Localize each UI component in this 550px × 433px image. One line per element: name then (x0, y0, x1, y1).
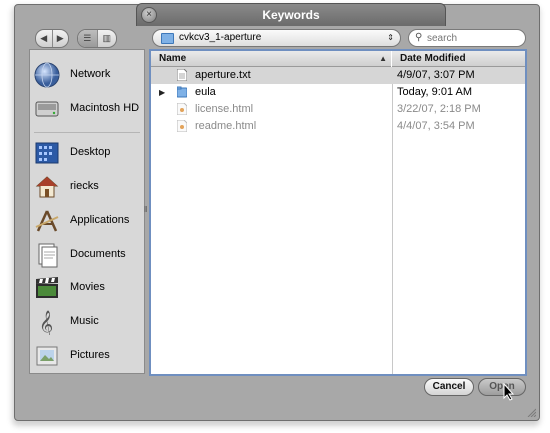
resize-grip-icon[interactable] (526, 407, 536, 417)
sort-ascending-icon: ▲ (379, 54, 387, 63)
search-icon: ⚲ (415, 32, 423, 43)
sidebar-item-riecks[interactable]: riecks (30, 172, 144, 202)
search-input[interactable] (427, 31, 517, 45)
file-row-readme-html[interactable]: readme.html 4/4/07, 3:54 PM (151, 118, 525, 135)
open-dialog: × Keywords ◀ ▶ ☰ ▥ cvkcv3_1-aperture ⇕ ⚲ (14, 3, 540, 421)
sidebar-item-label: Applications (70, 214, 130, 226)
file-row-license-html[interactable]: license.html 3/22/07, 2:18 PM (151, 101, 525, 118)
sidebar-item-label: Pictures (70, 349, 110, 361)
music-icon: 𝄞 (39, 310, 53, 335)
sidebar-item-label: Movies (70, 281, 105, 293)
disclosure-triangle-icon[interactable]: ▶ (159, 84, 165, 101)
sidebar-item-label: Desktop (70, 146, 111, 158)
html-file-icon (177, 103, 187, 115)
sidebar-item-label: Documents (70, 248, 126, 260)
sidebar-item-movies[interactable]: Movies (30, 273, 144, 303)
open-button[interactable]: Open (478, 378, 526, 396)
sidebar-item-macintosh-hd[interactable]: Macintosh HD (30, 94, 144, 124)
window-title: Keywords (262, 8, 320, 22)
mouse-cursor-icon (503, 383, 515, 401)
sidebar-item-desktop[interactable]: Desktop (30, 138, 144, 168)
text-file-icon (177, 69, 187, 81)
location-popup[interactable]: cvkcv3_1-aperture ⇕ (152, 29, 401, 47)
desktop-icon (35, 142, 59, 164)
sidebar-item-label: Macintosh HD (70, 102, 140, 114)
list-view-button[interactable]: ☰ (78, 30, 97, 47)
popup-arrows-icon: ⇕ (387, 33, 394, 42)
sidebar-item-label: riecks (70, 180, 99, 192)
cancel-button[interactable]: Cancel (424, 378, 474, 396)
location-label: cvkcv3_1-aperture (179, 32, 262, 43)
file-name: aperture.txt (195, 69, 251, 81)
hard-drive-icon (35, 101, 59, 117)
file-browser: Name ▲ Date Modified aperture.txt 4/9/07… (149, 49, 527, 376)
sidebar-divider (34, 132, 140, 133)
sidebar-item-network[interactable]: Network (30, 60, 144, 90)
back-forward-control: ◀ ▶ (35, 29, 69, 48)
folder-icon (177, 86, 187, 98)
column-header-label: Name (159, 53, 187, 64)
list-view-icon: ☰ (83, 33, 92, 43)
file-date: Today, 9:01 AM (397, 86, 473, 98)
date-column-header[interactable]: Date Modified (392, 51, 525, 67)
column-header-label: Date Modified (400, 53, 466, 64)
network-globe-icon (34, 62, 60, 88)
sidebar-item-label: Music (70, 315, 99, 327)
file-name: eula (195, 86, 216, 98)
svg-text:𝄞: 𝄞 (39, 310, 53, 335)
movies-icon (36, 277, 58, 298)
sidebar-item-pictures[interactable]: Pictures (30, 341, 144, 371)
column-view-icon: ▥ (102, 33, 111, 43)
pictures-icon (36, 346, 58, 366)
sidebar-item-applications[interactable]: Applications (30, 206, 144, 236)
column-view-button[interactable]: ▥ (96, 30, 117, 47)
folder-icon (161, 33, 174, 44)
sidebar-item-label: Network (70, 68, 111, 80)
sidebar: Network Macintosh HD Desktop riecks Appl… (29, 49, 145, 374)
forward-arrow-icon: ▶ (56, 33, 64, 43)
html-file-icon (177, 120, 187, 132)
forward-button[interactable]: ▶ (51, 30, 69, 47)
file-date: 4/4/07, 3:54 PM (397, 120, 475, 132)
back-arrow-icon: ◀ (40, 33, 48, 43)
applications-icon (35, 210, 59, 232)
documents-icon (38, 243, 58, 268)
file-date: 4/9/07, 3:07 PM (397, 69, 475, 81)
sidebar-item-music[interactable]: 𝄞 Music (30, 307, 144, 337)
search-field[interactable]: ⚲ (408, 29, 526, 47)
home-icon (35, 176, 59, 198)
splitter-handle[interactable]: ‖ (144, 205, 148, 217)
view-mode-control: ☰ ▥ (77, 29, 117, 48)
file-name: readme.html (195, 120, 257, 132)
name-column-header[interactable]: Name ▲ (151, 51, 391, 67)
sidebar-item-documents[interactable]: Documents (30, 240, 144, 270)
file-date: 3/22/07, 2:18 PM (397, 103, 481, 115)
file-row-aperture-txt[interactable]: aperture.txt 4/9/07, 3:07 PM (151, 67, 525, 84)
file-name: license.html (195, 103, 254, 115)
file-row-eula[interactable]: ▶ eula Today, 9:01 AM (151, 84, 525, 101)
title-bar[interactable]: × Keywords (136, 3, 446, 26)
back-button[interactable]: ◀ (36, 30, 52, 47)
